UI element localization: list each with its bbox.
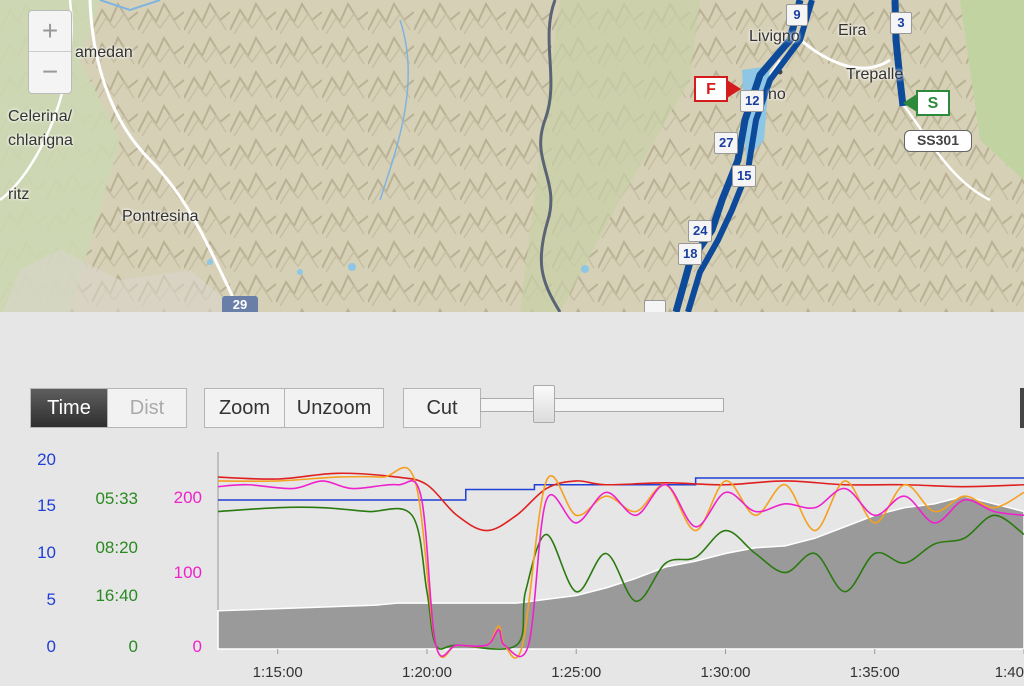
x-tick-label: 1:40 [995, 664, 1024, 681]
map-zoom-in-button[interactable]: + [29, 11, 71, 52]
place-label-livigno-centre: no [768, 86, 786, 103]
finish-flag-pointer-icon [727, 80, 741, 98]
unzoom-button[interactable]: Unzoom [284, 389, 383, 427]
km-marker[interactable]: 18 [678, 243, 703, 265]
place-label-samedan: amedan [75, 44, 133, 61]
app-window: + − amedan Celerina/ chlarigna ritz Pont… [0, 0, 1024, 686]
right-edge-control[interactable] [1020, 388, 1024, 428]
x-tick-label: 1:15:00 [253, 664, 303, 681]
place-label-pontresina: Pontresina [122, 208, 199, 225]
x-tick-label: 1:20:00 [402, 664, 452, 681]
km-marker-partial[interactable] [644, 300, 666, 312]
place-label-st-moritz: ritz [8, 186, 30, 203]
finish-flag[interactable]: F [694, 76, 728, 102]
cut-slider-thumb[interactable] [533, 385, 556, 423]
x-tick-label: 1:35:00 [850, 664, 900, 681]
road-shield-29: 29 [222, 296, 258, 312]
road-badge-ss301: SS301 [904, 130, 972, 152]
x-tick-label: 1:25:00 [551, 664, 601, 681]
cut-slider-track[interactable] [480, 398, 724, 412]
route-map[interactable]: + − amedan Celerina/ chlarigna ritz Pont… [0, 0, 1024, 312]
place-label-schlarigna: chlarigna [8, 132, 73, 149]
km-marker[interactable]: 15 [732, 165, 757, 187]
zoom-button[interactable]: Zoom [205, 389, 284, 427]
distance-mode-button[interactable]: Dist [107, 389, 186, 427]
km-marker[interactable]: 3 [890, 12, 912, 34]
place-label-trepalle: Trepalle [846, 66, 904, 83]
chart-x-ticks: 1:15:00 1:20:00 1:25:00 1:30:00 1:35:00 1:40 [253, 649, 1024, 681]
map-zoom-control: + − [28, 10, 72, 94]
km-marker[interactable]: 24 [688, 220, 713, 242]
terrain-map-background [0, 0, 1024, 312]
x-tick-label: 1:30:00 [700, 664, 750, 681]
x-axis-mode-toggle: Time Dist [30, 388, 187, 428]
cut-button-group: Cut [403, 388, 481, 428]
zoom-button-group: Zoom Unzoom [204, 388, 384, 428]
place-label-celerina: Celerina/ [8, 108, 73, 125]
cut-button[interactable]: Cut [404, 389, 480, 427]
km-marker[interactable]: 12 [740, 90, 765, 112]
start-flag-pointer-icon [903, 94, 917, 112]
map-zoom-out-button[interactable]: − [29, 52, 71, 93]
km-marker[interactable]: 9 [786, 4, 808, 26]
series-elevation [217, 495, 1024, 650]
time-mode-button[interactable]: Time [31, 389, 107, 427]
start-flag[interactable]: S [916, 90, 950, 116]
activity-chart[interactable]: 1:15:00 1:20:00 1:25:00 1:30:00 1:35:00 1:40 [0, 440, 1024, 686]
place-label-livigno: Livigno [749, 28, 800, 45]
place-label-eira: Eira [838, 22, 867, 39]
chart-series [217, 466, 1024, 659]
km-marker[interactable]: 27 [714, 132, 739, 154]
